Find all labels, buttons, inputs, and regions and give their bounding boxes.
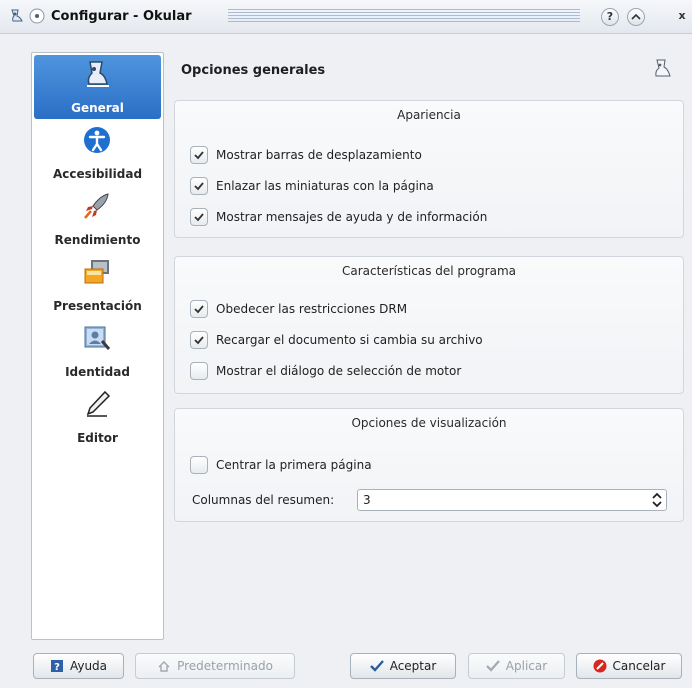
center-first-page-label: Centrar la primera página [216,458,372,472]
sidebar-item-label: Presentación [53,299,142,313]
category-sidebar: General Accesibilidad Rendimiento Presen… [31,52,164,640]
help-title-button[interactable]: ? [601,8,619,26]
defaults-button-label: Predeterminado [177,659,273,673]
okular-icon [87,61,109,87]
apply-button[interactable]: Aplicar [468,653,565,679]
cancel-button-label: Cancelar [612,659,666,673]
close-title-button[interactable]: x [673,8,691,26]
window-title: Configurar - Okular [51,9,192,24]
show-scrollbars-label: Mostrar barras de desplazamiento [216,148,422,162]
reload-document-label: Recargar el documento si cambia su archi… [216,333,483,347]
obey-drm-option[interactable]: Obedecer las restricciones DRM [190,299,407,319]
okular-app-icon[interactable] [9,8,25,27]
appearance-group-title: Apariencia [397,108,461,122]
overview-columns-label: Columnas del resumen: [192,493,335,507]
sidebar-item-label: Editor [77,431,118,445]
accessibility-icon [84,127,110,153]
spin-arrows-icon[interactable] [651,492,663,510]
defaults-icon [157,659,171,673]
overview-columns-spinbox[interactable]: 3 [357,489,667,511]
view-options-group: Opciones de visualización Centrar la pri… [174,408,684,522]
window-menu-icon[interactable] [29,8,45,27]
sidebar-item-label: Accesibilidad [52,167,143,181]
help-button-label: Ayuda [69,659,108,673]
view-options-group-title: Opciones de visualización [351,416,507,430]
accept-button[interactable]: Aceptar [350,653,456,679]
show-hints-checkbox[interactable] [190,208,208,226]
apply-button-label: Aplicar [505,659,548,673]
okular-header-icon [652,58,674,83]
sidebar-item-editor[interactable]: Editor [34,385,161,449]
link-thumbnails-checkbox[interactable] [190,177,208,195]
sidebar-item-identidad[interactable]: Identidad [34,319,161,383]
accept-button-label: Aceptar [389,659,437,673]
page-title: Opciones generales [181,63,326,78]
sidebar-item-accesibilidad[interactable]: Accesibilidad [34,121,161,185]
sidebar-item-general[interactable]: General [34,55,161,119]
sidebar-item-rendimiento[interactable]: Rendimiento [34,187,161,251]
sidebar-item-label: Rendimiento [54,233,141,247]
center-first-page-checkbox[interactable] [190,456,208,474]
link-thumbnails-option[interactable]: Enlazar las miniaturas con la página [190,176,434,196]
editor-pen-icon [86,390,111,417]
defaults-button[interactable]: Predeterminado [135,653,295,679]
show-scrollbars-option[interactable]: Mostrar barras de desplazamiento [190,145,422,165]
help-book-icon: ? [50,659,64,673]
apply-checkmark-icon [486,659,500,673]
title-bar-stripes [228,9,580,24]
show-scrollbars-checkbox[interactable] [190,146,208,164]
cancel-button[interactable]: Cancelar [576,653,682,679]
link-thumbnails-label: Enlazar las miniaturas con la página [216,179,434,193]
center-first-page-option[interactable]: Centrar la primera página [190,455,372,475]
reload-document-checkbox[interactable] [190,331,208,349]
backend-dialog-option[interactable]: Mostrar el diálogo de selección de motor [190,361,461,381]
appearance-group: Apariencia Mostrar barras de desplazamie… [174,100,684,238]
sidebar-item-label: General [71,101,124,115]
show-hints-label: Mostrar mensajes de ayuda y de informaci… [216,210,488,224]
program-features-group-title: Características del programa [341,264,516,278]
obey-drm-label: Obedecer las restricciones DRM [216,302,408,316]
checkmark-icon [369,659,384,673]
overview-columns-value: 3 [363,493,371,507]
show-hints-option[interactable]: Mostrar mensajes de ayuda y de informaci… [190,207,487,227]
sidebar-item-label: Identidad [65,365,130,379]
svg-text:?: ? [54,662,60,673]
backend-dialog-label: Mostrar el diálogo de selección de motor [216,364,462,378]
backend-dialog-checkbox[interactable] [190,362,208,380]
sidebar-item-presentacion[interactable]: Presentación [34,253,161,317]
cancel-icon [593,659,607,673]
program-features-group: Características del programa Obedecer la… [174,256,684,394]
presentation-icon [84,260,109,284]
identity-icon [84,326,111,350]
title-bar: Configurar - Okular ? x [0,0,692,34]
obey-drm-checkbox[interactable] [190,300,208,318]
rocket-icon [84,193,109,219]
reload-document-option[interactable]: Recargar el documento si cambia su archi… [190,330,483,350]
help-button[interactable]: ? Ayuda [33,653,124,679]
shade-title-button[interactable] [627,8,645,26]
